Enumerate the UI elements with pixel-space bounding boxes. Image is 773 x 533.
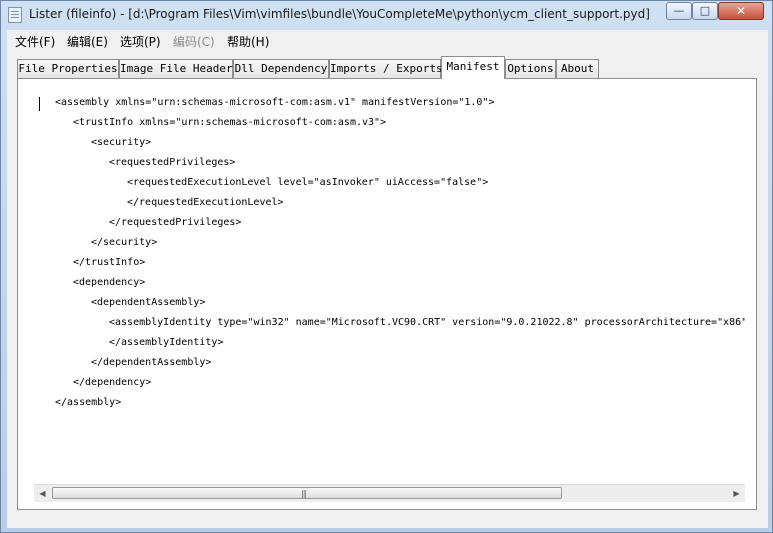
manifest-line: <dependency> xyxy=(73,277,146,288)
manifest-line: <assemblyIdentity type="win32" name="Mic… xyxy=(109,317,745,328)
maximize-button[interactable]: □ xyxy=(692,2,718,20)
manifest-line: <assembly xmlns="urn:schemas-microsoft-c… xyxy=(55,97,495,108)
tab-imports-exports[interactable]: Imports / Exports xyxy=(329,59,443,78)
manifest-line: <dependentAssembly> xyxy=(91,297,206,308)
manifest-line: </assemblyIdentity> xyxy=(109,337,224,348)
manifest-text-area[interactable]: <assembly xmlns="urn:schemas-microsoft-c… xyxy=(34,89,745,484)
manifest-line: </trustInfo> xyxy=(73,257,146,268)
menu-encoding: 编码(C) xyxy=(173,35,215,49)
scrollbar-thumb[interactable]: ||| xyxy=(52,487,562,499)
window-title: Lister (fileinfo) - [d:\Program Files\Vi… xyxy=(29,7,650,21)
close-button[interactable]: ✕ xyxy=(718,2,764,20)
text-caret xyxy=(39,97,40,111)
manifest-line: </requestedPrivileges> xyxy=(109,217,242,228)
manifest-line: <requestedExecutionLevel level="asInvoke… xyxy=(127,177,489,188)
horizontal-scrollbar[interactable]: ◀ ||| ▶ xyxy=(34,484,745,502)
manifest-line: <requestedPrivileges> xyxy=(109,157,236,168)
manifest-line: </security> xyxy=(91,237,158,248)
client-area: File Properties Image File Header Dll De… xyxy=(7,50,768,528)
app-icon xyxy=(8,7,22,23)
manifest-line: <trustInfo xmlns="urn:schemas-microsoft-… xyxy=(73,117,387,128)
menu-bar: 文件(F) 编辑(E) 选项(P) 编码(C) 帮助(H) xyxy=(7,30,768,50)
scroll-left-icon[interactable]: ◀ xyxy=(34,485,51,502)
tab-file-properties[interactable]: File Properties xyxy=(17,59,119,78)
tab-dll-dependency[interactable]: Dll Dependency xyxy=(233,59,329,78)
menu-help[interactable]: 帮助(H) xyxy=(227,33,269,50)
minimize-icon: — xyxy=(673,4,685,17)
menu-options[interactable]: 选项(P) xyxy=(120,33,161,50)
manifest-line: <security> xyxy=(91,137,152,148)
title-bar[interactable]: Lister (fileinfo) - [d:\Program Files\Vi… xyxy=(1,1,772,29)
menu-file[interactable]: 文件(F) xyxy=(15,33,55,50)
maximize-icon: □ xyxy=(699,4,711,17)
close-icon: ✕ xyxy=(735,4,747,18)
scroll-right-icon[interactable]: ▶ xyxy=(728,485,745,502)
tab-image-file-header[interactable]: Image File Header xyxy=(119,59,233,78)
manifest-line: </dependency> xyxy=(73,377,152,388)
tab-options[interactable]: Options xyxy=(505,59,556,78)
menu-edit[interactable]: 编辑(E) xyxy=(67,33,108,50)
grip-icon: ||| xyxy=(301,489,307,498)
manifest-panel: <assembly xmlns="urn:schemas-microsoft-c… xyxy=(17,78,757,510)
manifest-line: </requestedExecutionLevel> xyxy=(127,197,284,208)
minimize-button[interactable]: — xyxy=(666,2,692,20)
tab-about[interactable]: About xyxy=(556,59,599,78)
manifest-line: </assembly> xyxy=(55,397,122,408)
tab-manifest[interactable]: Manifest xyxy=(441,56,505,79)
lister-window: Lister (fileinfo) - [d:\Program Files\Vi… xyxy=(0,0,773,533)
manifest-line: </dependentAssembly> xyxy=(91,357,212,368)
